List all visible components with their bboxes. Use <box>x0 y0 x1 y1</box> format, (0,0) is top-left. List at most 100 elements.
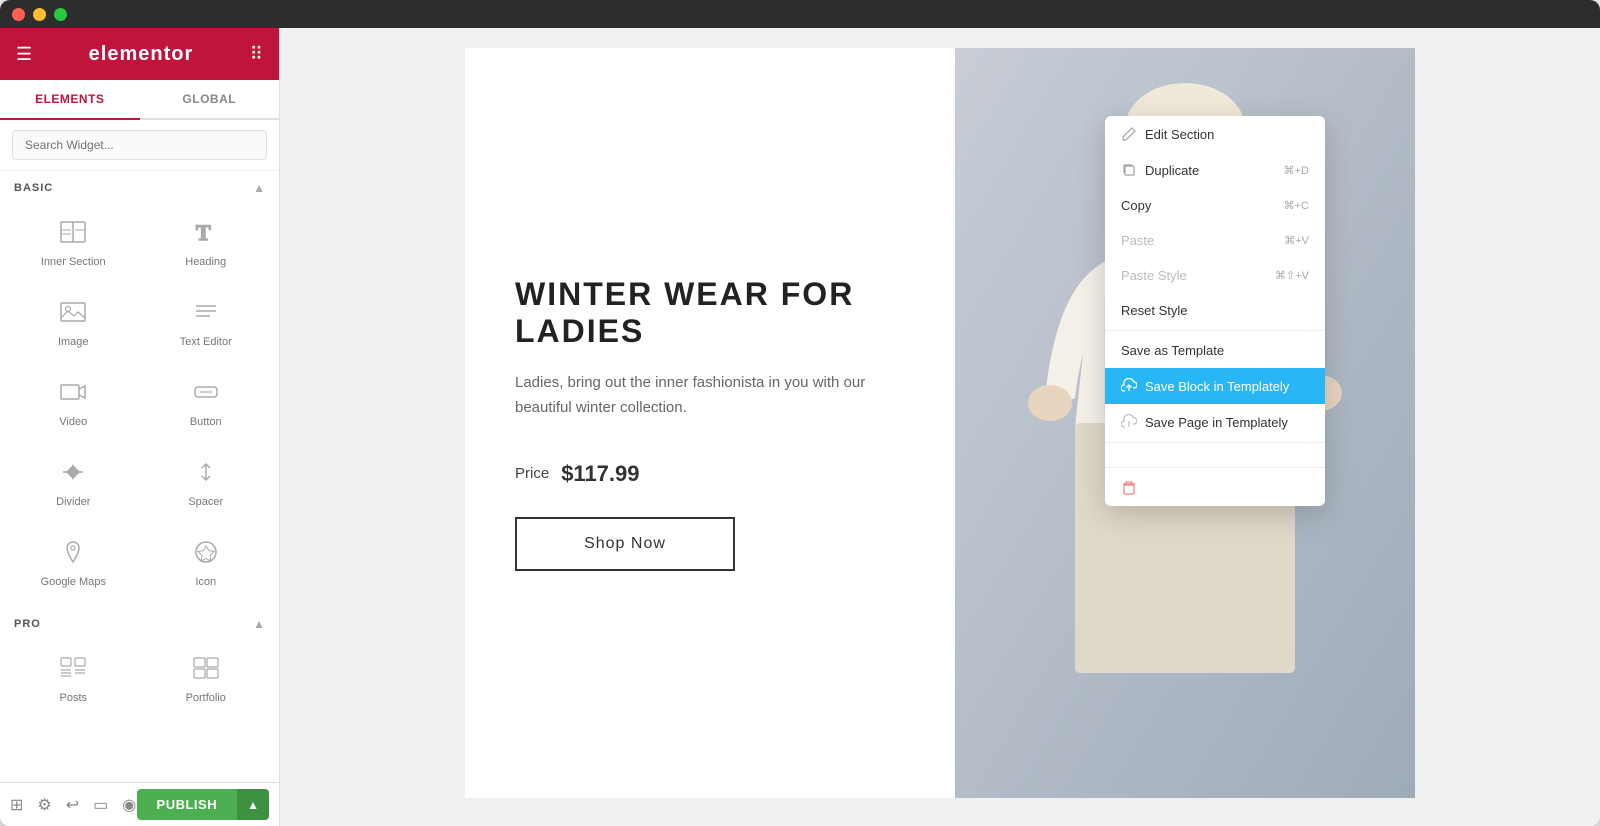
button-icon <box>192 378 220 410</box>
menu-paste-shortcut: ⌘+V <box>1284 234 1309 247</box>
widget-inner-section[interactable]: Inner Section <box>8 201 139 279</box>
widget-icon[interactable]: Icon <box>141 521 272 599</box>
search-input[interactable] <box>12 130 267 160</box>
menu-duplicate-label: Duplicate <box>1145 163 1199 178</box>
widget-spacer[interactable]: Spacer <box>141 441 272 519</box>
widget-heading[interactable]: T Heading <box>141 201 272 279</box>
image-icon <box>59 298 87 330</box>
menu-save-template[interactable]: Save as Template <box>1105 333 1325 368</box>
widget-video[interactable]: Video <box>8 361 139 439</box>
basic-section-header: BASIC ▲ <box>0 171 279 201</box>
preview-icon[interactable]: ◉ <box>122 795 136 815</box>
menu-duplicate-shortcut: ⌘+D <box>1284 164 1309 177</box>
menu-paste-style-label: Paste Style <box>1121 268 1187 283</box>
menu-save-page-templately[interactable]: Save Page in Templately <box>1105 404 1325 440</box>
heading-icon: T <box>192 218 220 250</box>
pro-widgets-grid: Posts Portfolio <box>0 637 279 715</box>
menu-save-page-label: Save Page in Templately <box>1145 415 1288 430</box>
menu-copy-shortcut: ⌘+C <box>1284 199 1309 212</box>
menu-reset-style[interactable]: Reset Style <box>1105 293 1325 328</box>
close-button[interactable] <box>12 8 25 21</box>
settings-icon[interactable]: ⚙ <box>37 795 51 815</box>
widget-spacer-label: Spacer <box>188 496 223 508</box>
menu-paste-label: Paste <box>1121 233 1154 248</box>
menu-paste-style: Paste Style ⌘⇧+V <box>1105 258 1325 293</box>
menu-navigator[interactable] <box>1105 445 1325 465</box>
widget-portfolio[interactable]: Portfolio <box>141 637 272 715</box>
icon-widget-icon <box>192 538 220 570</box>
tab-global[interactable]: GLOBAL <box>140 80 280 118</box>
inner-section-icon <box>59 218 87 250</box>
canvas: WINTER WEAR FOR LADIES Ladies, bring out… <box>280 28 1600 826</box>
menu-paste-style-shortcut: ⌘⇧+V <box>1275 269 1309 282</box>
app-body: ☰ elementor ⠿ ELEMENTS GLOBAL BASIC ▲ <box>0 28 1600 826</box>
cloud-upload-icon <box>1121 378 1137 394</box>
canvas-inner: WINTER WEAR FOR LADIES Ladies, bring out… <box>465 48 1415 798</box>
divider-icon <box>59 458 87 490</box>
widget-divider[interactable]: Divider <box>8 441 139 519</box>
widget-icon-label: Icon <box>195 576 216 588</box>
svg-text:T: T <box>196 220 211 245</box>
publish-button[interactable]: PUBLISH <box>137 789 238 820</box>
maximize-button[interactable] <box>54 8 67 21</box>
widget-portfolio-label: Portfolio <box>186 692 226 704</box>
widget-image[interactable]: Image <box>8 281 139 359</box>
menu-delete[interactable] <box>1105 470 1325 506</box>
widget-divider-label: Divider <box>56 496 90 508</box>
price-value: $117.99 <box>561 461 639 487</box>
text-editor-icon <box>192 298 220 330</box>
widget-button-label: Button <box>190 416 222 428</box>
bottom-bar: ⊞ ⚙ ↩ ▭ ◉ PUBLISH ▲ <box>0 782 279 826</box>
menu-save-block-templately[interactable]: Save Block in Templately <box>1105 368 1325 404</box>
publish-group: PUBLISH ▲ <box>137 789 269 820</box>
video-icon <box>59 378 87 410</box>
widget-text-editor[interactable]: Text Editor <box>141 281 272 359</box>
layers-icon[interactable]: ⊞ <box>10 795 23 815</box>
pro-section-title: PRO <box>14 618 41 630</box>
undo-icon[interactable]: ↩ <box>66 795 79 815</box>
widget-heading-label: Heading <box>185 256 226 268</box>
widget-google-maps-label: Google Maps <box>41 576 106 588</box>
sidebar-tabs: ELEMENTS GLOBAL <box>0 80 279 120</box>
menu-copy-label: Copy <box>1121 198 1151 213</box>
content-left: WINTER WEAR FOR LADIES Ladies, bring out… <box>465 48 955 798</box>
app-window: ☰ elementor ⠿ ELEMENTS GLOBAL BASIC ▲ <box>0 0 1600 826</box>
tab-elements[interactable]: ELEMENTS <box>0 80 140 120</box>
content-title: WINTER WEAR FOR LADIES <box>515 276 905 350</box>
portfolio-icon <box>192 654 220 686</box>
menu-divider-3 <box>1105 467 1325 468</box>
pencil-icon <box>1121 126 1137 142</box>
publish-dropdown-button[interactable]: ▲ <box>237 789 269 820</box>
content-description: Ladies, bring out the inner fashionista … <box>515 370 905 421</box>
bottom-icons-group: ⊞ ⚙ ↩ ▭ ◉ <box>10 795 136 815</box>
logo: elementor <box>89 43 194 66</box>
hamburger-icon[interactable]: ☰ <box>16 44 32 65</box>
basic-widgets-grid: Inner Section T Heading Image <box>0 201 279 599</box>
menu-reset-style-label: Reset Style <box>1121 303 1187 318</box>
cloud-page-icon <box>1121 414 1137 430</box>
spacer-icon <box>192 458 220 490</box>
device-icon[interactable]: ▭ <box>93 795 108 815</box>
shop-now-button[interactable]: Shop Now <box>515 517 735 571</box>
widget-google-maps[interactable]: Google Maps <box>8 521 139 599</box>
trash-icon <box>1121 480 1137 496</box>
widget-button[interactable]: Button <box>141 361 272 439</box>
sidebar-header: ☰ elementor ⠿ <box>0 28 279 80</box>
context-menu: Edit Section Duplicate ⌘+D <box>1105 116 1325 506</box>
basic-chevron-icon[interactable]: ▲ <box>253 181 265 195</box>
minimize-button[interactable] <box>33 8 46 21</box>
menu-save-block-label: Save Block in Templately <box>1145 379 1289 394</box>
widget-posts[interactable]: Posts <box>8 637 139 715</box>
menu-save-template-label: Save as Template <box>1121 343 1224 358</box>
pro-chevron-icon[interactable]: ▲ <box>253 617 265 631</box>
duplicate-icon <box>1121 162 1137 178</box>
menu-divider-2 <box>1105 442 1325 443</box>
posts-icon <box>59 654 87 686</box>
menu-divider-1 <box>1105 330 1325 331</box>
menu-edit-section[interactable]: Edit Section <box>1105 116 1325 152</box>
grid-icon[interactable]: ⠿ <box>250 44 263 65</box>
widget-posts-label: Posts <box>59 692 87 704</box>
sidebar: ☰ elementor ⠿ ELEMENTS GLOBAL BASIC ▲ <box>0 28 280 826</box>
menu-copy[interactable]: Copy ⌘+C <box>1105 188 1325 223</box>
menu-duplicate[interactable]: Duplicate ⌘+D <box>1105 152 1325 188</box>
